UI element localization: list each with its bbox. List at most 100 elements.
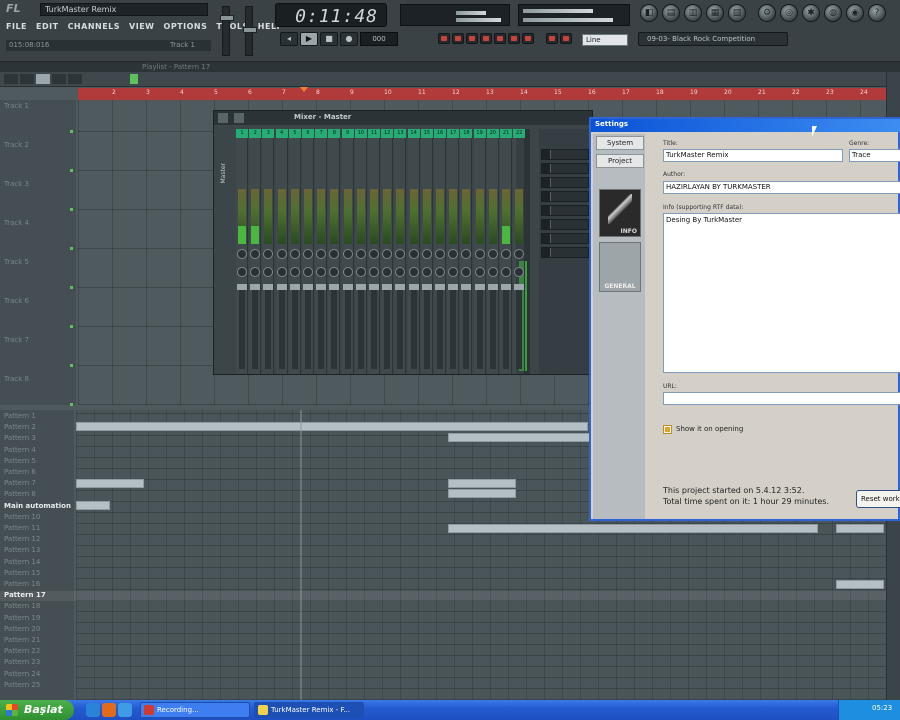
stereo-knob[interactable] — [289, 267, 300, 277]
mixer-view-icon[interactable] — [234, 113, 244, 123]
start-button[interactable]: Başlat — [0, 700, 74, 720]
pan-knob[interactable] — [408, 249, 419, 259]
pan-knob[interactable] — [448, 249, 459, 259]
volume-fader-knob[interactable] — [355, 284, 366, 290]
pattern-label[interactable]: Main automation — [4, 502, 71, 510]
mixer-track-strip[interactable]: 21 — [500, 129, 512, 374]
volume-fader-knob[interactable] — [382, 284, 393, 290]
menu-channels[interactable]: CHANNELS — [68, 22, 120, 34]
volume-fader[interactable] — [463, 289, 470, 369]
track-enable-indicator[interactable] — [70, 286, 73, 289]
volume-fader-knob[interactable] — [329, 284, 340, 290]
pan-knob[interactable] — [514, 249, 525, 259]
stereo-knob[interactable] — [501, 267, 511, 277]
stereo-knob[interactable] — [276, 267, 287, 277]
pattern-label[interactable]: Pattern 12 — [4, 535, 40, 543]
volume-fader[interactable] — [265, 289, 272, 369]
pattern-label[interactable]: Pattern 21 — [4, 636, 40, 644]
pattern-label[interactable]: Pattern 18 — [4, 602, 40, 610]
playlist-menu-icon[interactable] — [4, 74, 18, 84]
menu-file[interactable]: FILE — [6, 22, 27, 34]
volume-fader[interactable] — [357, 289, 364, 369]
track-label[interactable]: Track 4 — [4, 219, 29, 227]
pattern-label[interactable]: Pattern 11 — [4, 524, 40, 532]
show-on-open-checkbox[interactable] — [663, 425, 672, 434]
slider-knob[interactable] — [243, 27, 257, 33]
mixer-track-strip[interactable]: 11 — [368, 129, 380, 374]
pan-knob[interactable] — [421, 249, 432, 259]
metronome-button[interactable] — [494, 33, 506, 44]
pan-knob[interactable] — [316, 249, 327, 259]
mixer-track-strip[interactable]: 19 — [473, 129, 486, 374]
pattern-label[interactable]: Pattern 15 — [4, 569, 40, 577]
mixer-track-strip[interactable]: 17 — [447, 129, 460, 374]
volume-fader[interactable] — [437, 289, 443, 369]
track-label[interactable]: Track 2 — [4, 141, 29, 149]
volume-fader[interactable] — [371, 289, 377, 369]
stereo-knob[interactable] — [461, 267, 472, 277]
volume-fader-knob[interactable] — [461, 284, 472, 290]
fx-slot-toggle-icon[interactable] — [542, 234, 551, 243]
volume-fader-knob[interactable] — [421, 284, 432, 290]
stereo-knob[interactable] — [369, 267, 379, 277]
pattern-label[interactable]: Pattern 19 — [4, 614, 40, 622]
pattern-label[interactable]: Pattern 13 — [4, 546, 40, 554]
pattern-label[interactable]: Pattern 22 — [4, 647, 40, 655]
fx-slot[interactable] — [541, 149, 589, 160]
volume-fader-knob[interactable] — [303, 284, 313, 290]
mixer-track-strip[interactable]: 9 — [341, 129, 354, 374]
stereo-knob[interactable] — [487, 267, 498, 277]
song-position-marker[interactable] — [300, 87, 308, 92]
track-enable-indicator[interactable] — [70, 247, 73, 250]
track-enable-indicator[interactable] — [70, 325, 73, 328]
pattern-label[interactable]: Pattern 3 — [4, 434, 36, 442]
ie-icon[interactable] — [118, 703, 132, 717]
snap-icon[interactable] — [20, 74, 34, 84]
pan-knob[interactable] — [382, 249, 393, 259]
volume-fader-knob[interactable] — [237, 284, 247, 290]
online-icon[interactable]: ◍ — [824, 4, 842, 22]
step-edit-button[interactable] — [466, 33, 478, 44]
countdown-button[interactable] — [522, 33, 534, 44]
fx-slot-toggle-icon[interactable] — [542, 150, 551, 159]
stereo-knob[interactable] — [395, 267, 406, 277]
track-label[interactable]: Track 7 — [4, 336, 29, 344]
pan-knob[interactable] — [435, 249, 445, 259]
volume-fader[interactable] — [252, 289, 259, 369]
plugin-picker-icon[interactable]: ⚙ — [758, 4, 776, 22]
pan-knob[interactable] — [474, 249, 485, 259]
mixer-track-strip[interactable]: 14 — [407, 129, 420, 374]
fx-slot[interactable] — [541, 191, 589, 202]
master-volume-slider[interactable] — [220, 6, 234, 56]
track-label[interactable]: Track 8 — [4, 375, 29, 383]
track-label[interactable]: Track 1 — [4, 102, 29, 110]
volume-fader[interactable] — [476, 289, 483, 369]
pattern-label[interactable]: Pattern 24 — [4, 670, 40, 678]
pattern-block-16[interactable] — [836, 580, 884, 589]
title-input[interactable]: TurkMaster Remix — [663, 149, 843, 162]
volume-fader[interactable] — [503, 289, 509, 369]
fx-slot[interactable] — [541, 205, 589, 216]
pan-knob[interactable] — [461, 249, 472, 259]
fx-slot[interactable] — [541, 163, 589, 174]
tools-icon[interactable]: ✱ — [802, 4, 820, 22]
pan-knob[interactable] — [289, 249, 300, 259]
volume-fader-knob[interactable] — [263, 284, 274, 290]
mixer-track-strip[interactable]: 3 — [262, 129, 275, 374]
volume-fader-knob[interactable] — [448, 284, 459, 290]
project-icon[interactable]: ◎ — [780, 4, 798, 22]
fx-slot-toggle-icon[interactable] — [542, 220, 551, 229]
volume-fader[interactable] — [397, 289, 404, 369]
url-input[interactable] — [663, 392, 900, 405]
track-enable-indicator[interactable] — [70, 169, 73, 172]
mixer-track-strip[interactable]: 6 — [302, 129, 314, 374]
pattern-block-7[interactable] — [76, 479, 144, 488]
pan-knob[interactable] — [369, 249, 379, 259]
stereo-knob[interactable] — [342, 267, 353, 277]
play-button[interactable]: ▶ — [300, 32, 318, 46]
piano-roll-icon[interactable]: ▥ — [684, 4, 702, 22]
pattern-label[interactable]: Pattern 25 — [4, 681, 40, 689]
pan-knob[interactable] — [263, 249, 274, 259]
mixer-track-strip[interactable]: 18 — [460, 129, 473, 374]
pan-knob[interactable] — [303, 249, 313, 259]
